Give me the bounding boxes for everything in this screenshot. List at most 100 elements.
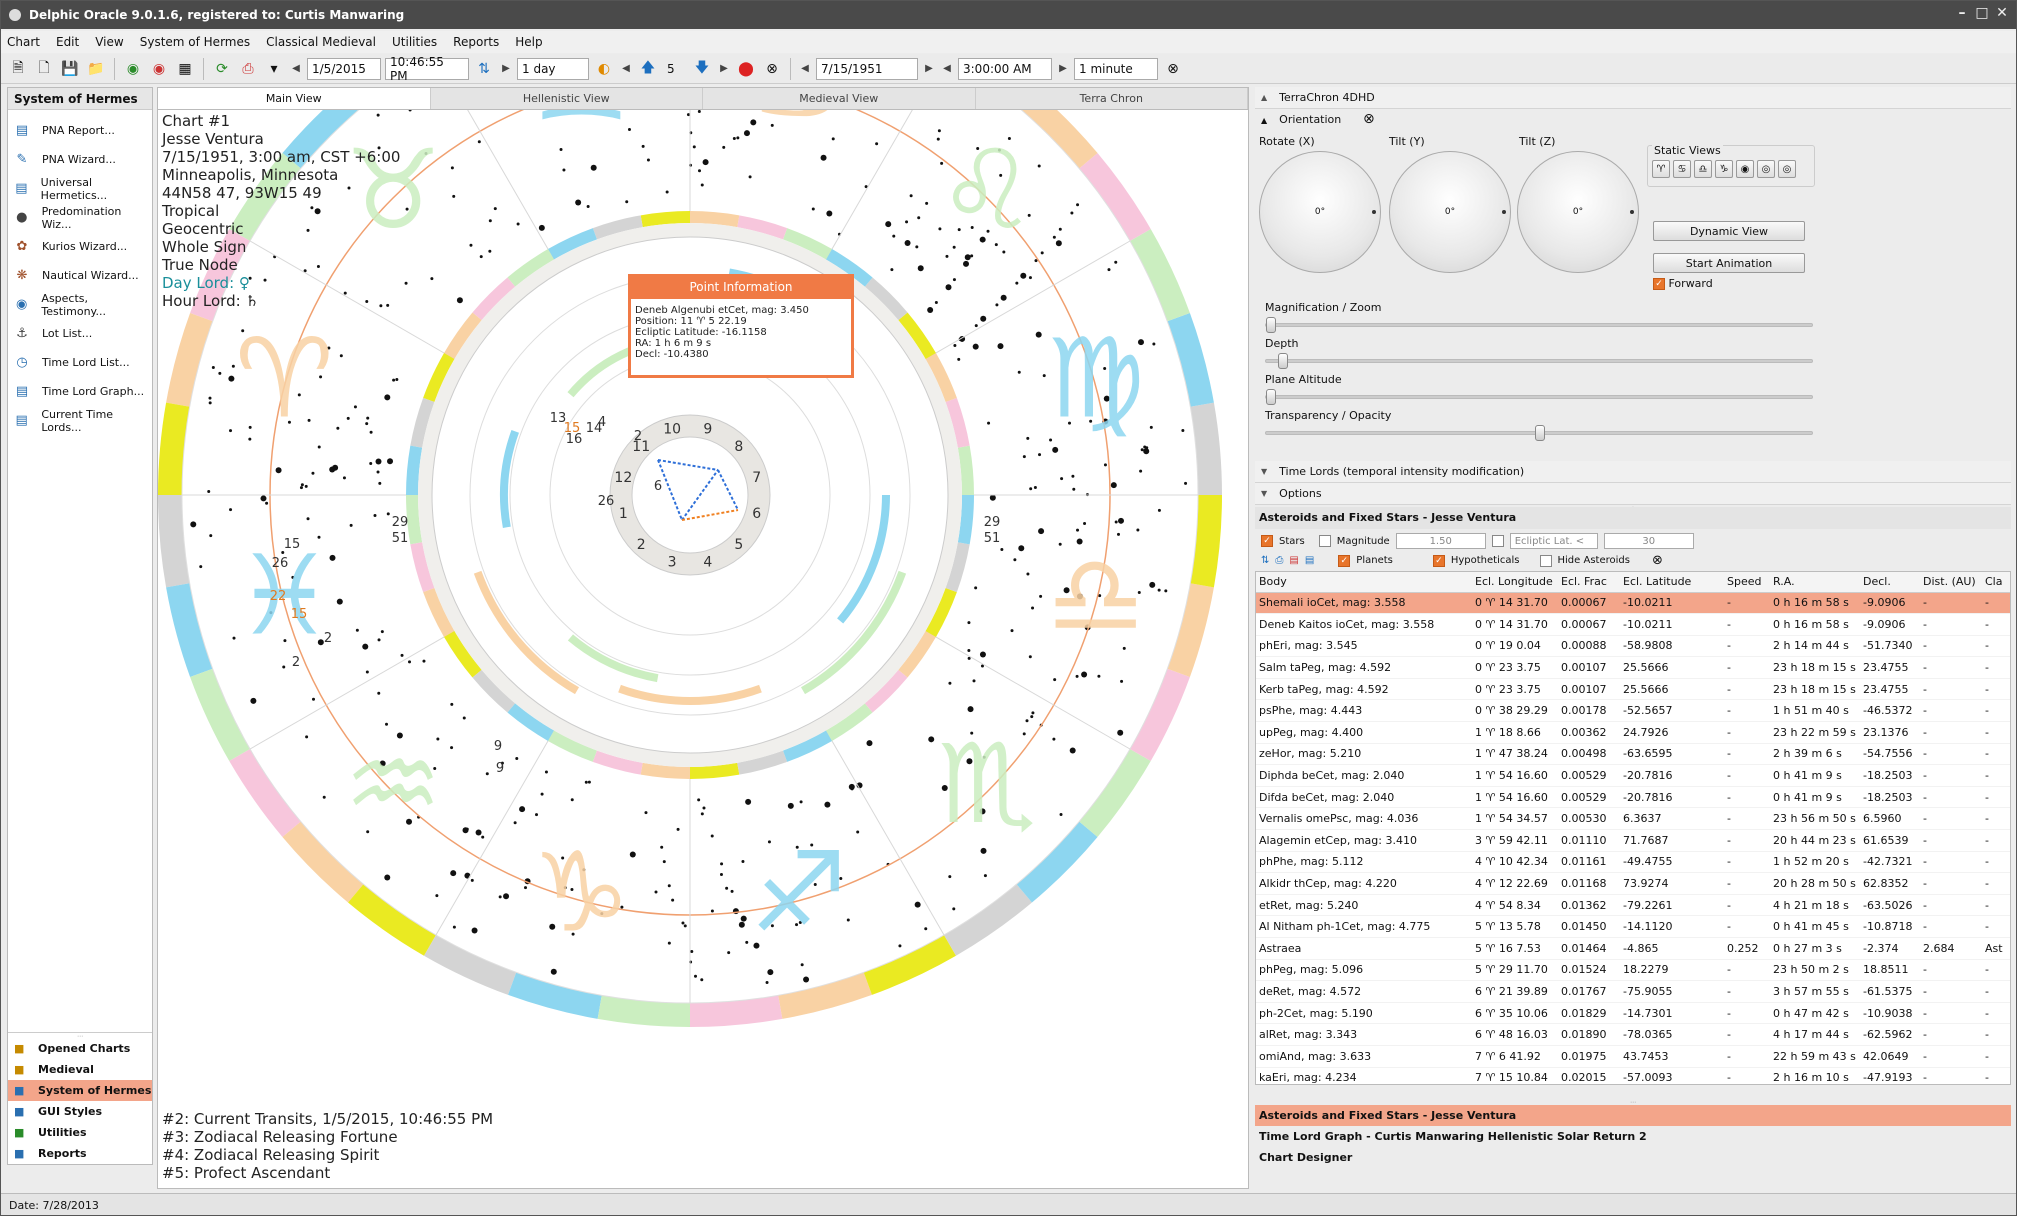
options-header[interactable]: ▼ Options: [1255, 483, 2011, 505]
nav-medieval[interactable]: ■ Medieval: [8, 1059, 152, 1080]
view-cancer-icon[interactable]: ♋: [1673, 160, 1691, 178]
magnitude-check-icon[interactable]: [1318, 535, 1331, 547]
table-row[interactable]: omiAnd, mag: 3.633 7 ♈ 6 41.92 0.01975 43.7…: [1256, 1045, 2010, 1068]
globe-icon[interactable]: ◉: [122, 58, 144, 80]
date2-prev-icon[interactable]: ◀: [798, 58, 812, 80]
arrow-up-icon[interactable]: 🡅: [637, 58, 659, 80]
sidebar-item-pna-report[interactable]: ▤ PNA Report...: [8, 116, 152, 145]
doc-asteroids[interactable]: Asteroids and Fixed Stars - Jesse Ventur…: [1255, 1105, 2011, 1126]
column-header-4[interactable]: Speed: [1724, 572, 1770, 593]
table-row[interactable]: Kerb taPeg, mag: 4.592 0 ♈ 23 3.75 0.00107…: [1256, 678, 2010, 701]
nav-utilities[interactable]: ■ Utilities: [8, 1122, 152, 1143]
tab-medieval-view[interactable]: Medieval View: [703, 88, 976, 109]
column-header-0[interactable]: Body: [1256, 572, 1472, 593]
date2-next-icon[interactable]: ▶: [922, 58, 936, 80]
magnitude-input[interactable]: 1.50: [1395, 533, 1486, 549]
date1-field[interactable]: 1/5/2015: [307, 57, 381, 80]
time-lords-header[interactable]: ▼ Time Lords (temporal intensity modifica…: [1255, 461, 2011, 483]
date2-field[interactable]: 7/15/1951: [816, 57, 918, 80]
tilt-z-dial[interactable]: 0°: [1517, 151, 1639, 273]
clear-alt-icon[interactable]: ⊗: [1162, 58, 1184, 80]
table-row[interactable]: ph-2Cet, mag: 5.190 6 ♈ 35 10.06 0.01829 -1…: [1256, 1002, 2010, 1025]
tab-terra-chron[interactable]: Terra Chron: [976, 88, 1248, 109]
time2-field[interactable]: 3:00:00 AM: [958, 57, 1052, 80]
rotate-dial[interactable]: 0°: [1259, 151, 1381, 273]
menu-view[interactable]: View: [95, 35, 123, 49]
view-libra-icon[interactable]: ♎: [1694, 160, 1712, 178]
table-row[interactable]: Al Nitham ph-1Cet, mag: 4.775 5 ♈ 13 5.78…: [1256, 915, 2010, 938]
column-header-3[interactable]: Ecl. Latitude: [1620, 572, 1724, 593]
sidebar-item-lot-list[interactable]: ⚓ Lot List...: [8, 319, 152, 348]
calendar-icon[interactable]: ▦: [174, 58, 196, 80]
view-aries-icon[interactable]: ♈: [1652, 160, 1670, 178]
view-side-icon[interactable]: ◎: [1757, 160, 1775, 178]
column-header-6[interactable]: Decl.: [1860, 572, 1920, 593]
table-row[interactable]: Shemali ioCet, mag: 3.558 0 ♈ 14 31.70 0.0…: [1256, 592, 2010, 615]
pdf-icon[interactable]: ▤: [1289, 555, 1298, 566]
tilt-y-dial[interactable]: 0°: [1389, 151, 1511, 273]
sidebar-item-time-lord-graph[interactable]: ▤ Time Lord Graph...: [8, 377, 152, 406]
table-row[interactable]: kaEri, mag: 4.234 7 ♈ 15 10.84 0.02015 -57.…: [1256, 1067, 2010, 1084]
stop-icon[interactable]: ⬤: [735, 58, 757, 80]
sidebar-item-kurios-wizard[interactable]: ✿ Kurios Wizard...: [8, 232, 152, 261]
print-icon[interactable]: ⎙: [237, 58, 259, 80]
save-icon[interactable]: 💾: [59, 58, 81, 80]
menu-edit[interactable]: Edit: [56, 35, 79, 49]
ecl-lat-check-icon[interactable]: [1491, 535, 1504, 547]
new-chart-icon[interactable]: 🗎: [7, 58, 29, 80]
orientation-header[interactable]: ▲ Orientation: [1261, 113, 1341, 126]
doc-time-lord-graph[interactable]: Time Lord Graph - Curtis Manwaring Helle…: [1255, 1126, 2011, 1147]
table-row[interactable]: zeHor, mag: 5.210 1 ♈ 47 38.24 0.00498 -63.…: [1256, 743, 2010, 766]
menu-system-of-hermes[interactable]: System of Hermes: [140, 35, 250, 49]
wheel-icon[interactable]: ◐: [593, 58, 615, 80]
sidebar-item-universal-hermetics[interactable]: ▤ Universal Hermetics...: [8, 174, 152, 203]
open-folder-icon[interactable]: 📁: [85, 58, 107, 80]
tab-hellenistic-view[interactable]: Hellenistic View: [431, 88, 703, 109]
sidebar-item-time-lord-list[interactable]: ◷ Time Lord List...: [8, 348, 152, 377]
time2-next-icon[interactable]: ▶: [1056, 58, 1070, 80]
table-row[interactable]: phEri, mag: 3.545 0 ♈ 19 0.04 0.00088 -58.9…: [1256, 635, 2010, 658]
nav-reports[interactable]: ■ Reports: [8, 1143, 152, 1164]
forward-checkbox[interactable]: ✓ Forward: [1653, 277, 1713, 290]
table-row[interactable]: etRet, mag: 5.240 4 ♈ 54 8.34 0.01362 -79.2…: [1256, 894, 2010, 917]
time1-field[interactable]: 10:46:55 PM: [385, 55, 469, 83]
filter-close-icon[interactable]: ⊗: [1652, 553, 1663, 568]
dynamic-view-button[interactable]: Dynamic View: [1653, 221, 1805, 241]
time1-spin-icon[interactable]: ⇅: [473, 58, 495, 80]
nav-gui-styles[interactable]: ■ GUI Styles: [8, 1101, 152, 1122]
sidebar-item-aspects[interactable]: ◉ Aspects, Testimony...: [8, 290, 152, 319]
tab-main-view[interactable]: Main View: [158, 88, 431, 109]
sidebar-item-predomination[interactable]: ● Predomination Wiz...: [8, 203, 152, 232]
menu-chart[interactable]: Chart: [7, 35, 40, 49]
transparency-slider[interactable]: [1265, 425, 1813, 441]
stars-check-icon[interactable]: ✓: [1261, 535, 1273, 547]
sidebar-item-current-time-lords[interactable]: ▤ Current Time Lords...: [8, 406, 152, 435]
close-icon[interactable]: ✕: [1991, 5, 2013, 21]
table-row[interactable]: upPeg, mag: 4.400 1 ♈ 18 8.66 0.00362 24.79…: [1256, 721, 2010, 744]
time2-prev-icon[interactable]: ◀: [940, 58, 954, 80]
table-row[interactable]: Deneb Kaitos ioCet, mag: 3.558 0 ♈ 14 31.…: [1256, 613, 2010, 636]
print-list-icon[interactable]: ⎙: [1275, 555, 1283, 566]
menu-utilities[interactable]: Utilities: [392, 35, 437, 49]
table-row[interactable]: Alagemin etCep, mag: 3.410 3 ♈ 59 42.11 0.…: [1256, 829, 2010, 852]
nav-opened-charts[interactable]: ■ Opened Charts: [8, 1038, 152, 1059]
hide-asteroids-check-icon[interactable]: [1539, 554, 1552, 567]
clear-icon[interactable]: ⊗: [761, 58, 783, 80]
plane-altitude-slider[interactable]: [1265, 389, 1813, 405]
nav-system-of-hermes[interactable]: ■ System of Hermes: [8, 1080, 152, 1101]
menu-reports[interactable]: Reports: [453, 35, 499, 49]
minimize-icon[interactable]: –: [1951, 5, 1973, 21]
table-row[interactable]: Vernalis omePsc, mag: 4.036 1 ♈ 54 34.57 0…: [1256, 807, 2010, 831]
column-header-8[interactable]: Cla: [1982, 572, 2010, 593]
view-bottom-icon[interactable]: ◎: [1778, 160, 1796, 178]
start-animation-button[interactable]: Start Animation: [1653, 253, 1805, 273]
table-row[interactable]: psPhe, mag: 4.443 0 ♈ 38 29.29 0.00178 -52.…: [1256, 699, 2010, 723]
table-row[interactable]: Diphda beCet, mag: 2.040 1 ♈ 54 16.60 0.00…: [1256, 764, 2010, 787]
view-top-icon[interactable]: ◉: [1736, 160, 1754, 178]
magnification-slider[interactable]: [1265, 317, 1813, 333]
step1-select[interactable]: 1 day: [517, 57, 589, 80]
globe-alt-icon[interactable]: ◉: [148, 58, 170, 80]
table-row[interactable]: Salm taPeg, mag: 4.592 0 ♈ 23 3.75 0.00107…: [1256, 656, 2010, 679]
orientation-close-icon[interactable]: ⊗: [1363, 111, 1375, 127]
doc-chart-designer[interactable]: Chart Designer: [1255, 1147, 2011, 1168]
